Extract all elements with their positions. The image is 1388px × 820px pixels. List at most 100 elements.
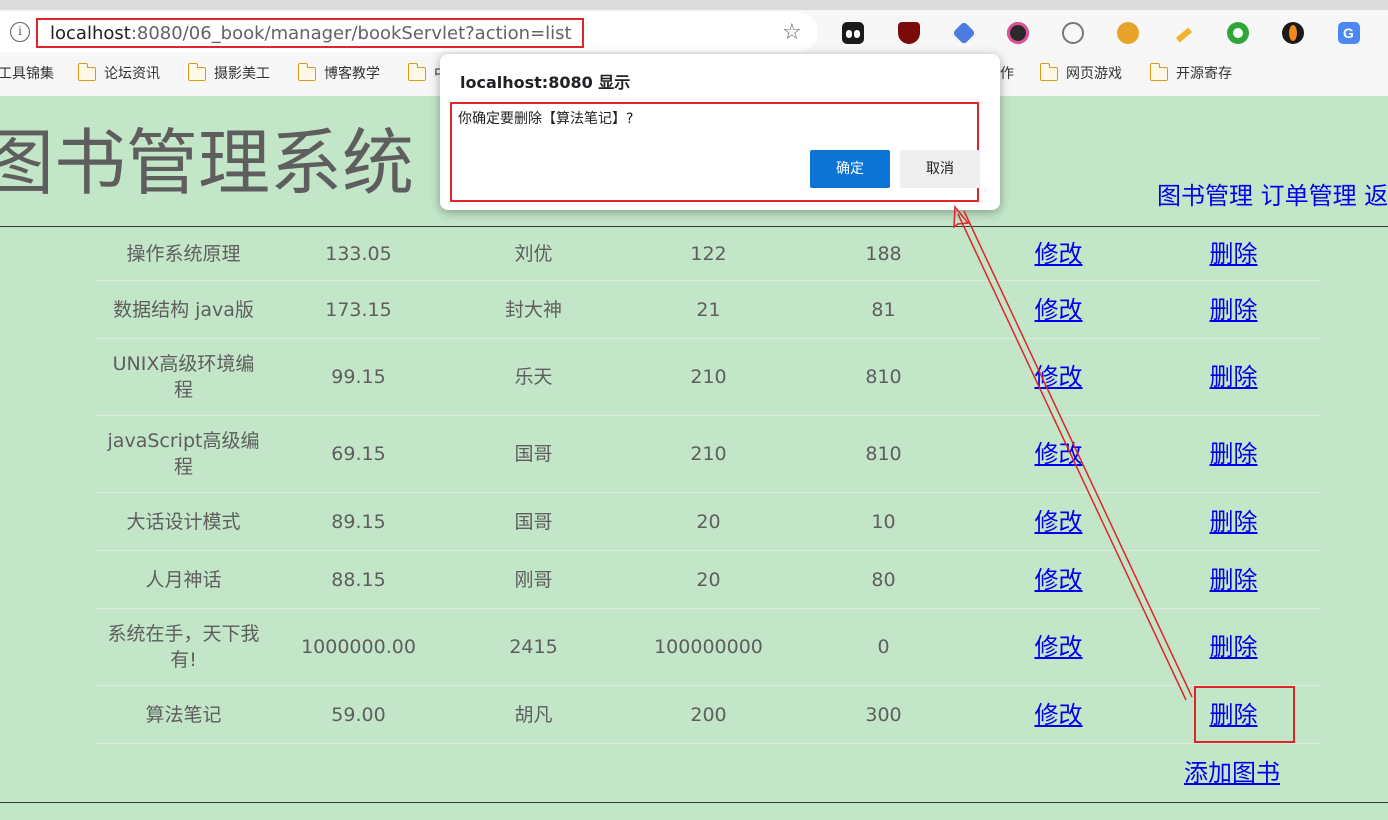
extension-icon[interactable]	[1172, 22, 1194, 44]
book-author-cell: 乐天	[514, 366, 553, 388]
book-stock-cell: 81	[871, 298, 896, 321]
extension-icon[interactable]	[1062, 22, 1084, 44]
extension-icon[interactable]	[1007, 22, 1029, 44]
book-price-cell: 59.00	[331, 703, 386, 726]
extension-icon[interactable]	[1117, 22, 1139, 44]
book-sales-cell: 21	[696, 298, 721, 321]
ublock-icon[interactable]	[898, 22, 920, 44]
table-row: 系统在手，天下我有! 1000000.00 2415 100000000 0 修…	[96, 609, 1320, 686]
add-book-link[interactable]: 添加图书	[1184, 758, 1280, 788]
book-price-cell: 89.15	[331, 510, 386, 533]
book-name-cell: UNIX高级环境编程	[112, 353, 255, 401]
page-title: 图书管理系统	[0, 121, 415, 205]
edit-link[interactable]: 修改	[971, 227, 1146, 280]
folder-icon	[77, 63, 96, 81]
delete-link[interactable]: 删除	[1146, 493, 1321, 550]
table-row: 大话设计模式 89.15 国哥 20 10 修改 删除	[96, 493, 1320, 551]
url-highlight-box: localhost:8080/06_book/manager/bookServl…	[36, 18, 584, 48]
edit-link[interactable]: 修改	[971, 609, 1146, 685]
confirm-button[interactable]: 确定	[810, 150, 890, 188]
info-icon[interactable]: i	[10, 22, 30, 42]
table-row: 操作系统原理 133.05 刘优 122 188 修改 删除	[96, 227, 1320, 281]
book-sales-cell: 200	[690, 703, 727, 726]
table-row: javaScript高级编程 69.15 国哥 210 810 修改 删除	[96, 416, 1320, 493]
divider	[0, 802, 1388, 803]
nav-book-manage-link[interactable]: 图书管理	[1157, 182, 1253, 210]
bookmark-item[interactable]: 工具锦集	[0, 64, 54, 84]
book-author-cell: 刘优	[514, 242, 553, 265]
book-author-cell: 刚哥	[514, 568, 553, 591]
top-nav: 图书管理 订单管理 返	[1157, 181, 1388, 211]
book-name-cell: 人月神话	[145, 568, 222, 591]
book-price-cell: 99.15	[331, 366, 386, 388]
delete-link[interactable]: 删除	[1146, 339, 1321, 415]
edit-link[interactable]: 修改	[971, 551, 1146, 608]
book-price-cell: 88.15	[331, 568, 386, 591]
bookmark-item[interactable]: 作	[1000, 64, 1014, 84]
extension-icon[interactable]	[1227, 22, 1249, 44]
bookmark-folder[interactable]: 网页游戏	[1039, 63, 1122, 84]
table-row: 算法笔记 59.00 胡凡 200 300 修改 删除	[96, 686, 1320, 744]
book-author-cell: 国哥	[514, 510, 553, 533]
table-row: 数据结构 java版 173.15 封大神 21 81 修改 删除	[96, 281, 1320, 339]
book-sales-cell: 210	[690, 443, 727, 465]
book-stock-cell: 80	[871, 568, 896, 591]
nav-back-link[interactable]: 返	[1364, 182, 1388, 210]
book-stock-cell: 10	[871, 510, 896, 533]
book-price-cell: 1000000.00	[301, 636, 416, 658]
book-stock-cell: 188	[865, 242, 902, 265]
book-name-cell: javaScript高级编程	[107, 430, 260, 478]
folder-icon	[187, 63, 206, 81]
table-row: 人月神话 88.15 刚哥 20 80 修改 删除	[96, 551, 1320, 609]
book-author-cell: 胡凡	[514, 703, 553, 726]
nav-order-manage-link[interactable]: 订单管理	[1261, 182, 1357, 210]
dialog-message: 你确定要删除【算法笔记】?	[458, 111, 634, 127]
book-sales-cell: 210	[690, 366, 727, 388]
book-sales-cell: 100000000	[654, 636, 763, 658]
bookmark-folder[interactable]: 论坛资讯	[77, 63, 160, 84]
url-field[interactable]: localhost:8080/06_book/manager/bookServl…	[50, 23, 572, 45]
folder-icon	[297, 63, 316, 81]
delete-link[interactable]: 删除	[1146, 416, 1321, 492]
extension-icon[interactable]	[842, 22, 864, 44]
bookmark-star-icon[interactable]: ☆	[782, 20, 802, 46]
folder-icon	[1149, 63, 1168, 81]
book-author-cell: 国哥	[514, 443, 553, 465]
edit-link[interactable]: 修改	[971, 686, 1146, 743]
bookmark-folder[interactable]: 博客教学	[297, 63, 380, 84]
edit-link[interactable]: 修改	[971, 281, 1146, 338]
book-price-cell: 173.15	[325, 298, 392, 321]
confirm-dialog: localhost:8080 显示 你确定要删除【算法笔记】? 确定 取消	[440, 54, 1000, 210]
book-stock-cell: 300	[865, 703, 902, 726]
tab-strip	[0, 0, 1388, 10]
bookmark-folder[interactable]: 摄影美工	[187, 63, 270, 84]
book-sales-cell: 20	[696, 510, 721, 533]
dialog-title: localhost:8080 显示	[460, 73, 631, 92]
book-sales-cell: 122	[690, 242, 727, 265]
delete-link[interactable]: 删除	[1146, 551, 1321, 608]
edit-link[interactable]: 修改	[971, 416, 1146, 492]
book-price-cell: 69.15	[331, 443, 386, 465]
table-row: UNIX高级环境编程 99.15 乐天 210 810 修改 删除	[96, 339, 1320, 416]
cancel-button[interactable]: 取消	[900, 150, 980, 188]
delete-link[interactable]: 删除	[1146, 227, 1321, 280]
book-sales-cell: 20	[696, 568, 721, 591]
edit-link[interactable]: 修改	[971, 493, 1146, 550]
book-name-cell: 系统在手，天下我有!	[107, 623, 260, 671]
edit-link[interactable]: 修改	[971, 339, 1146, 415]
book-name-cell: 大话设计模式	[126, 510, 241, 533]
translate-icon[interactable]	[1338, 22, 1360, 44]
extension-icon[interactable]	[1282, 22, 1304, 44]
book-price-cell: 133.05	[325, 242, 392, 265]
book-name-cell: 数据结构 java版	[113, 298, 254, 321]
annotation-highlight-box	[1194, 686, 1295, 743]
folder-icon	[407, 63, 426, 81]
book-stock-cell: 810	[865, 366, 902, 388]
annotation-arrow-head	[953, 205, 970, 229]
book-author-cell: 封大神	[504, 298, 562, 321]
book-stock-cell: 810	[865, 443, 902, 465]
bookmark-folder[interactable]: 开源寄存	[1149, 63, 1232, 84]
book-stock-cell: 0	[877, 636, 890, 658]
delete-link[interactable]: 删除	[1146, 281, 1321, 338]
delete-link[interactable]: 删除	[1146, 609, 1321, 685]
